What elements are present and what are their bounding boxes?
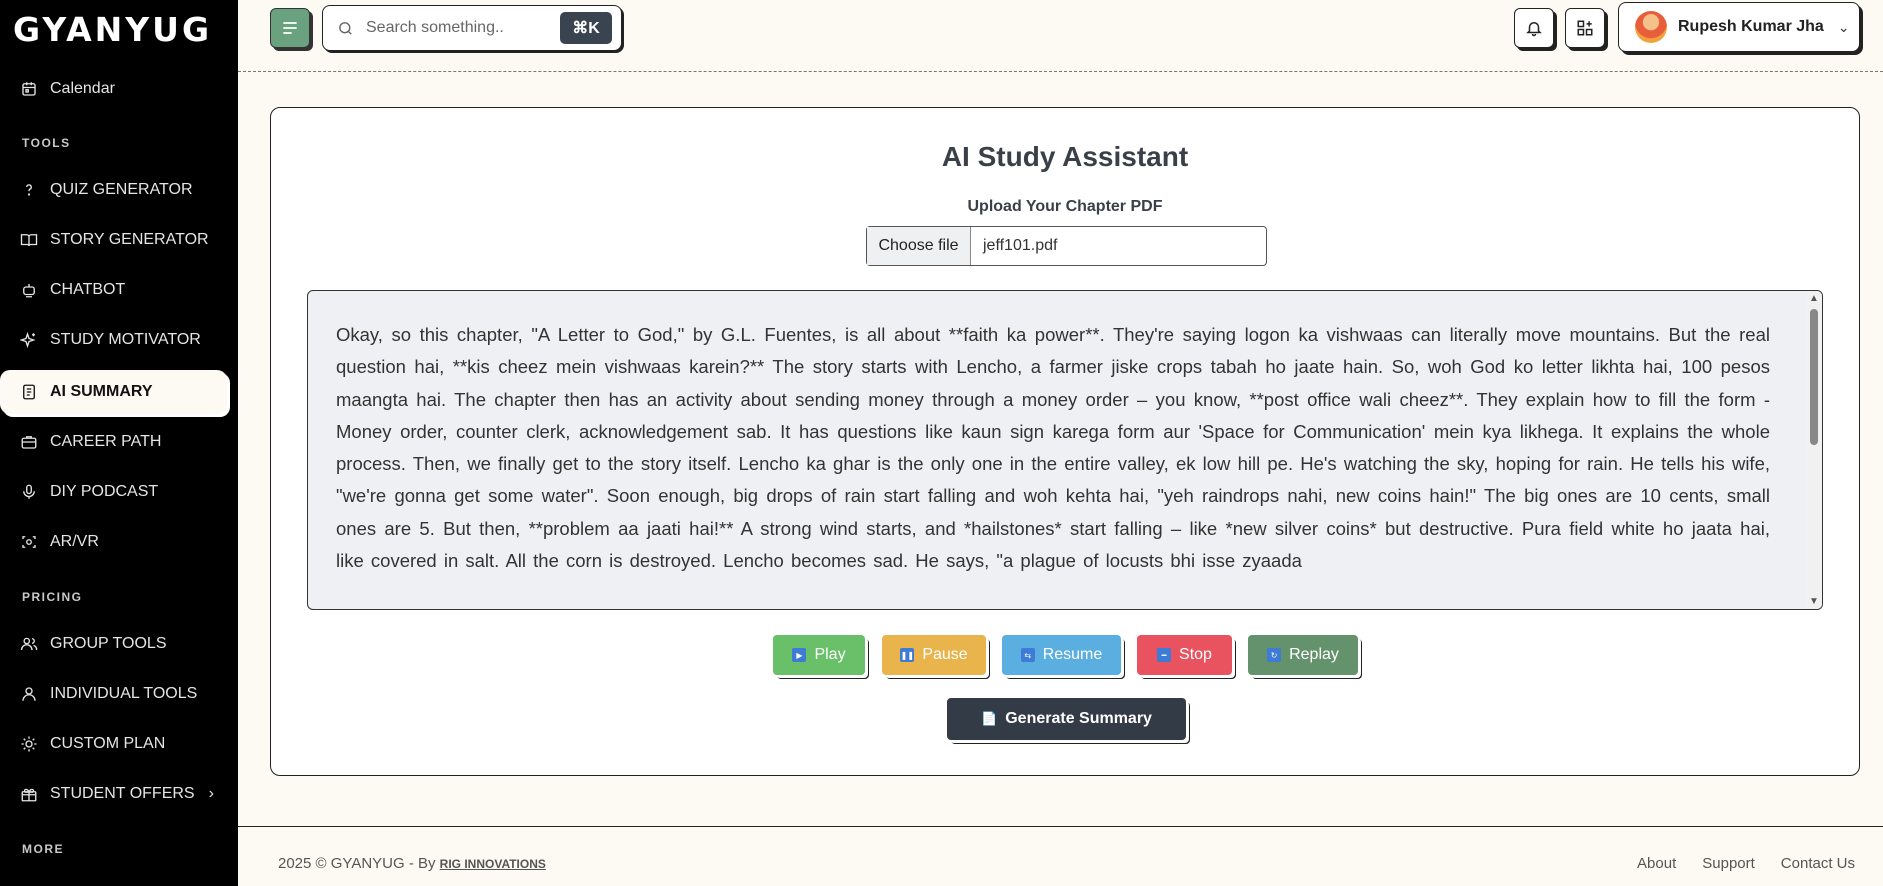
document-icon: 📄 bbox=[981, 711, 998, 726]
resume-button[interactable]: ⇆ Resume bbox=[1002, 635, 1121, 675]
footer-link-contact[interactable]: Contact Us bbox=[1781, 855, 1855, 872]
users-icon bbox=[20, 635, 38, 653]
footer-copyright: 2025 © GYANYUG - By RIG INNOVATIONS bbox=[278, 855, 546, 872]
sidebar-item-story-generator[interactable]: STORY GENERATOR bbox=[0, 218, 228, 262]
section-tools: TOOLS bbox=[22, 136, 71, 150]
scroll-thumb[interactable] bbox=[1810, 309, 1818, 445]
section-more: MORE bbox=[22, 842, 64, 856]
stop-icon: ━ bbox=[1157, 648, 1172, 662]
calendar-icon bbox=[20, 80, 38, 98]
chevron-down-icon: ⌄ bbox=[1837, 18, 1850, 35]
sidebar-item-ar-vr[interactable]: AR/VR bbox=[0, 520, 228, 564]
user-name: Rupesh Kumar Jha bbox=[1678, 18, 1824, 35]
book-icon bbox=[20, 231, 38, 249]
search-icon bbox=[339, 21, 352, 35]
resume-label: Resume bbox=[1042, 646, 1103, 663]
copyright-text: 2025 © GYANYUG - By bbox=[278, 855, 436, 872]
sidebar-item-group-tools[interactable]: GROUP TOOLS bbox=[0, 622, 228, 666]
briefcase-icon bbox=[20, 433, 38, 451]
ar-icon bbox=[20, 533, 38, 551]
sidebar-item-career-path[interactable]: CAREER PATH bbox=[0, 420, 228, 464]
generate-summary-button[interactable]: 📄 Generate Summary bbox=[947, 698, 1186, 740]
summary-text-area[interactable]: Okay, so this chapter, "A Letter to God,… bbox=[307, 290, 1823, 610]
sidebar-item-quiz-generator[interactable]: QUIZ GENERATOR bbox=[0, 168, 228, 212]
sidebar-item-label: Calendar bbox=[50, 80, 115, 97]
sidebar-item-label: STORY GENERATOR bbox=[50, 231, 209, 248]
avatar bbox=[1635, 11, 1667, 43]
summary-text: Okay, so this chapter, "A Letter to God,… bbox=[336, 324, 1770, 572]
sidebar-item-label: DIY PODCAST bbox=[50, 483, 159, 500]
stop-label: Stop bbox=[1179, 646, 1212, 663]
scrollbar[interactable]: ▲ ▼ bbox=[1806, 291, 1822, 609]
sidebar-item-label: AR/VR bbox=[50, 533, 99, 550]
sparkle-icon bbox=[20, 331, 38, 349]
page-title: AI Study Assistant bbox=[941, 141, 1189, 172]
pause-icon: ❚❚ bbox=[900, 648, 915, 662]
footer-link-support[interactable]: Support bbox=[1702, 855, 1755, 872]
sidebar-item-label: CUSTOM PLAN bbox=[50, 735, 166, 752]
search-box[interactable]: Search something.. ⌘K bbox=[322, 5, 622, 51]
top-bar: Search something.. ⌘K Rupesh Kumar Jha ⌄ bbox=[238, 0, 1883, 72]
apps-button[interactable] bbox=[1565, 8, 1605, 48]
pause-label: Pause bbox=[922, 646, 968, 663]
question-icon bbox=[20, 181, 38, 199]
resume-icon: ⇆ bbox=[1020, 648, 1035, 662]
stop-button[interactable]: ━ Stop bbox=[1137, 635, 1232, 675]
bell-icon bbox=[1526, 22, 1542, 37]
search-shortcut: ⌘K bbox=[560, 12, 612, 44]
hamburger-icon bbox=[283, 22, 297, 34]
sidebar-item-label: STUDENT OFFERS bbox=[50, 785, 195, 802]
pdf-file-input[interactable]: Choose file jeff101.pdf bbox=[866, 226, 1267, 266]
sidebar-item-study-motivator[interactable]: STUDY MOTIVATOR bbox=[0, 318, 228, 362]
search-input[interactable]: Search something.. bbox=[366, 19, 504, 37]
sidebar-item-calendar[interactable]: Calendar bbox=[0, 67, 228, 111]
notifications-button[interactable] bbox=[1514, 8, 1554, 48]
sidebar-item-diy-podcast[interactable]: DIY PODCAST bbox=[0, 470, 228, 514]
bot-icon bbox=[20, 281, 38, 299]
gift-icon bbox=[20, 785, 38, 803]
upload-label: Upload Your Chapter PDF bbox=[967, 198, 1163, 215]
user-icon bbox=[20, 685, 38, 703]
sidebar-item-label: CHATBOT bbox=[50, 281, 126, 298]
app-logo[interactable]: GYANYUG bbox=[13, 10, 212, 49]
sidebar-item-label: AI SUMMARY bbox=[50, 383, 153, 400]
microphone-icon bbox=[20, 483, 38, 501]
replay-button[interactable]: ↻ Replay bbox=[1248, 635, 1358, 675]
footer: 2025 © GYANYUG - By RIG INNOVATIONS Abou… bbox=[238, 826, 1883, 886]
generate-summary-label: Generate Summary bbox=[1005, 710, 1152, 727]
footer-links: About Support Contact Us bbox=[1637, 855, 1855, 872]
play-icon: ▶ bbox=[792, 648, 807, 662]
sidebar-item-label: QUIZ GENERATOR bbox=[50, 181, 193, 198]
replay-icon: ↻ bbox=[1267, 648, 1282, 662]
apps-grid-icon bbox=[1577, 20, 1593, 36]
sidebar-item-label: INDIVIDUAL TOOLS bbox=[50, 685, 198, 702]
sidebar-item-label: GROUP TOOLS bbox=[50, 635, 167, 652]
scroll-down-icon[interactable]: ▼ bbox=[1809, 596, 1819, 607]
selected-file-name: jeff101.pdf bbox=[983, 237, 1058, 254]
pause-button[interactable]: ❚❚ Pause bbox=[882, 635, 986, 675]
replay-label: Replay bbox=[1289, 646, 1339, 663]
section-pricing: PRICING bbox=[22, 590, 83, 604]
play-button[interactable]: ▶ Play bbox=[773, 635, 865, 675]
sidebar-item-individual-tools[interactable]: INDIVIDUAL TOOLS bbox=[0, 672, 228, 716]
sidebar-item-label: CAREER PATH bbox=[50, 433, 162, 450]
document-icon bbox=[20, 383, 38, 401]
sidebar: GYANYUG Calendar TOOLS QUIZ GENERATOR ST… bbox=[0, 0, 238, 886]
ai-study-assistant-card: AI Study Assistant Upload Your Chapter P… bbox=[270, 107, 1860, 776]
sidebar-item-student-offers[interactable]: STUDENT OFFERS › bbox=[0, 772, 228, 816]
user-menu-button[interactable]: Rupesh Kumar Jha ⌄ bbox=[1618, 2, 1860, 52]
scroll-up-icon[interactable]: ▲ bbox=[1809, 293, 1819, 304]
menu-toggle-button[interactable] bbox=[270, 8, 310, 48]
brand-link[interactable]: RIG INNOVATIONS bbox=[440, 857, 546, 871]
sidebar-item-label: STUDY MOTIVATOR bbox=[50, 331, 201, 348]
footer-link-about[interactable]: About bbox=[1637, 855, 1676, 872]
play-label: Play bbox=[814, 646, 846, 663]
sidebar-item-chatbot[interactable]: CHATBOT bbox=[0, 268, 228, 312]
chevron-right-icon: › bbox=[208, 785, 214, 802]
choose-file-button[interactable]: Choose file bbox=[867, 227, 971, 265]
sidebar-item-custom-plan[interactable]: CUSTOM PLAN bbox=[0, 722, 228, 766]
bulb-icon bbox=[20, 735, 38, 753]
sidebar-item-ai-summary[interactable]: AI SUMMARY bbox=[0, 370, 227, 414]
